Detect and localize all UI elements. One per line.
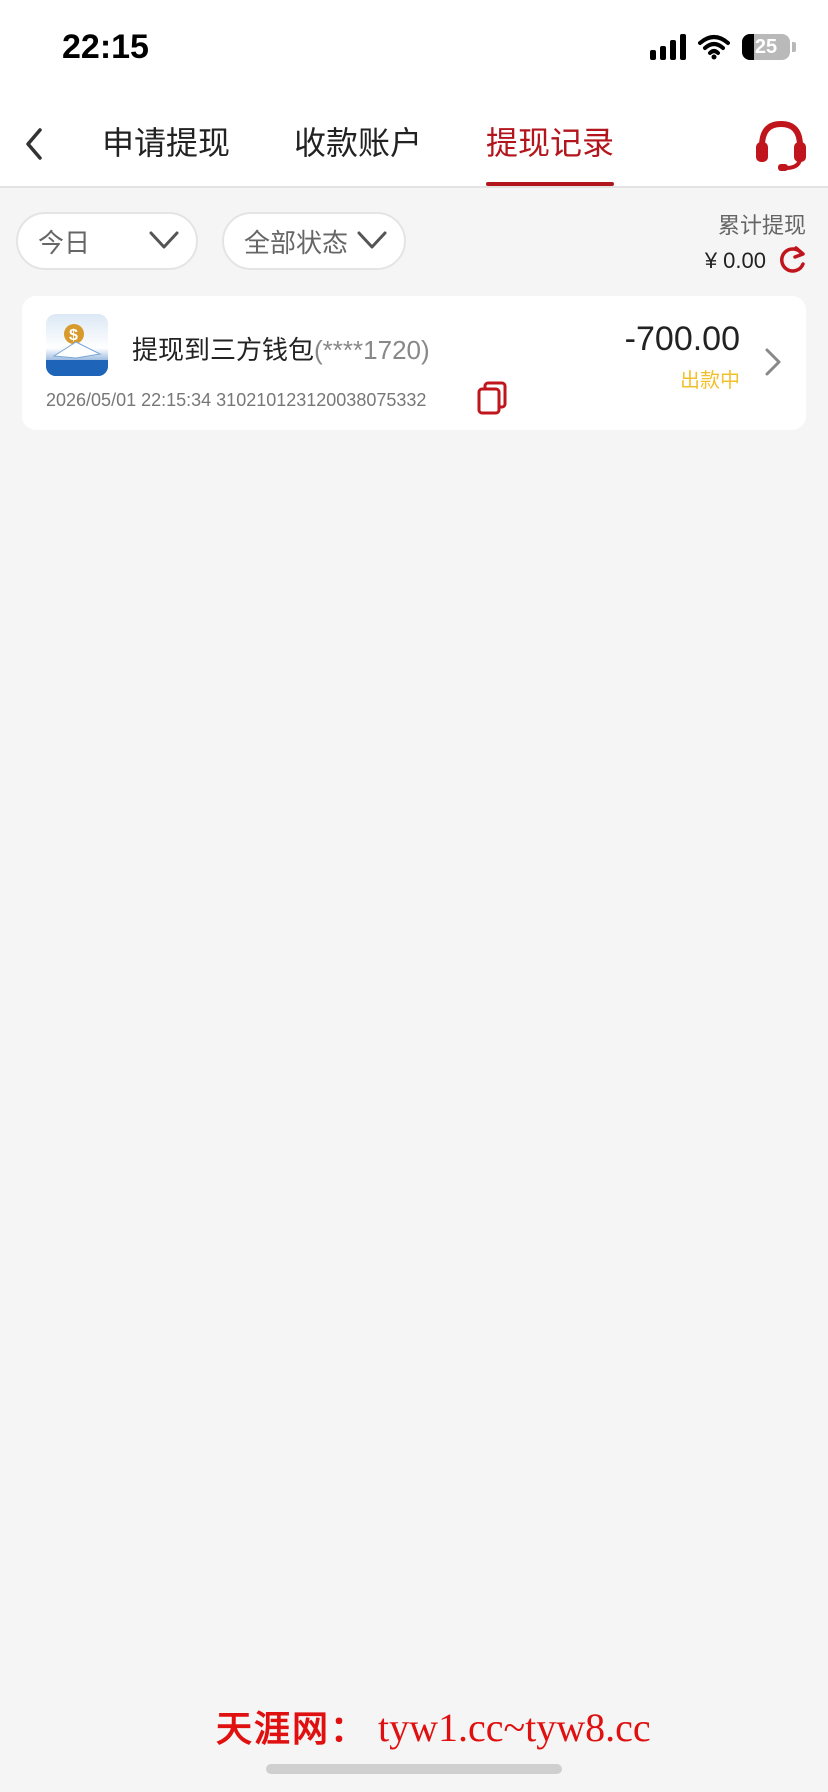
tab-label: 收款账户 <box>294 125 423 161</box>
active-tab-underline <box>486 182 615 186</box>
headset-icon[interactable] <box>752 116 810 172</box>
home-indicator <box>266 1764 562 1774</box>
status-time: 22:15 <box>62 28 149 66</box>
battery-level: 25 <box>754 35 778 58</box>
watermark-brand: 天涯网： <box>216 1709 369 1749</box>
svg-text:$: $ <box>69 327 78 344</box>
record-datetime: 2026/05/01 22:15:34 <box>46 390 212 410</box>
status-icons: 25 <box>650 34 796 60</box>
tab-receiving-accounts[interactable]: 收款账户 <box>294 118 422 186</box>
refresh-icon[interactable] <box>776 244 808 276</box>
signal-icon <box>650 34 686 60</box>
status-filter-value: 全部状态 <box>244 227 349 258</box>
date-filter-dropdown[interactable]: 今日 <box>16 212 198 270</box>
date-filter-value: 今日 <box>38 227 91 258</box>
copy-icon[interactable] <box>476 380 508 416</box>
record-title: 提现到三方钱包(****1720) <box>132 330 430 367</box>
record-amount: -700.00 <box>624 320 740 358</box>
withdrawal-records-page: 22:15 25 申请提现 收款账户 提现记录 今日 全部状态 累计提现 ¥ 0… <box>0 0 828 1792</box>
watermark-domains: tyw1.cc~tyw8.cc <box>378 1705 651 1750</box>
tab-label: 申请提现 <box>102 125 231 161</box>
battery-icon: 25 <box>742 34 790 60</box>
watermark: 天涯网： tyw1.cc~tyw8.cc <box>216 1700 651 1752</box>
chevron-down-icon <box>357 231 387 249</box>
chevron-down-icon <box>149 231 179 249</box>
tab-withdrawal-records[interactable]: 提现记录 <box>486 118 615 186</box>
record-account: (****1720) <box>314 335 430 365</box>
nav-bar: 申请提现 收款账户 提现记录 <box>0 100 828 188</box>
tab-label: 提现记录 <box>486 125 615 161</box>
total-withdrawal-amount: ¥ 0.00 <box>704 248 766 273</box>
wifi-icon <box>698 35 730 60</box>
record-order-number: 310210123120038075332 <box>216 390 427 410</box>
status-filter-dropdown[interactable]: 全部状态 <box>222 212 406 270</box>
back-icon[interactable] <box>14 120 54 168</box>
record-meta: 2026/05/01 22:15:34 31021012312003807533… <box>46 390 426 411</box>
battery-tip <box>792 42 796 52</box>
total-withdrawal-label: 累计提现 <box>717 213 806 238</box>
withdrawal-record-item[interactable]: $ 提现到三方钱包(****1720) 2026/05/01 22:15:34 … <box>22 296 806 430</box>
record-title-text: 提现到三方钱包 <box>132 335 315 365</box>
status-bar: 22:15 25 <box>0 0 828 100</box>
chevron-right-icon <box>765 348 781 376</box>
record-status: 出款中 <box>680 370 740 392</box>
tab-apply-withdrawal[interactable]: 申请提现 <box>102 118 230 186</box>
wallet-logo: $ <box>46 314 108 376</box>
